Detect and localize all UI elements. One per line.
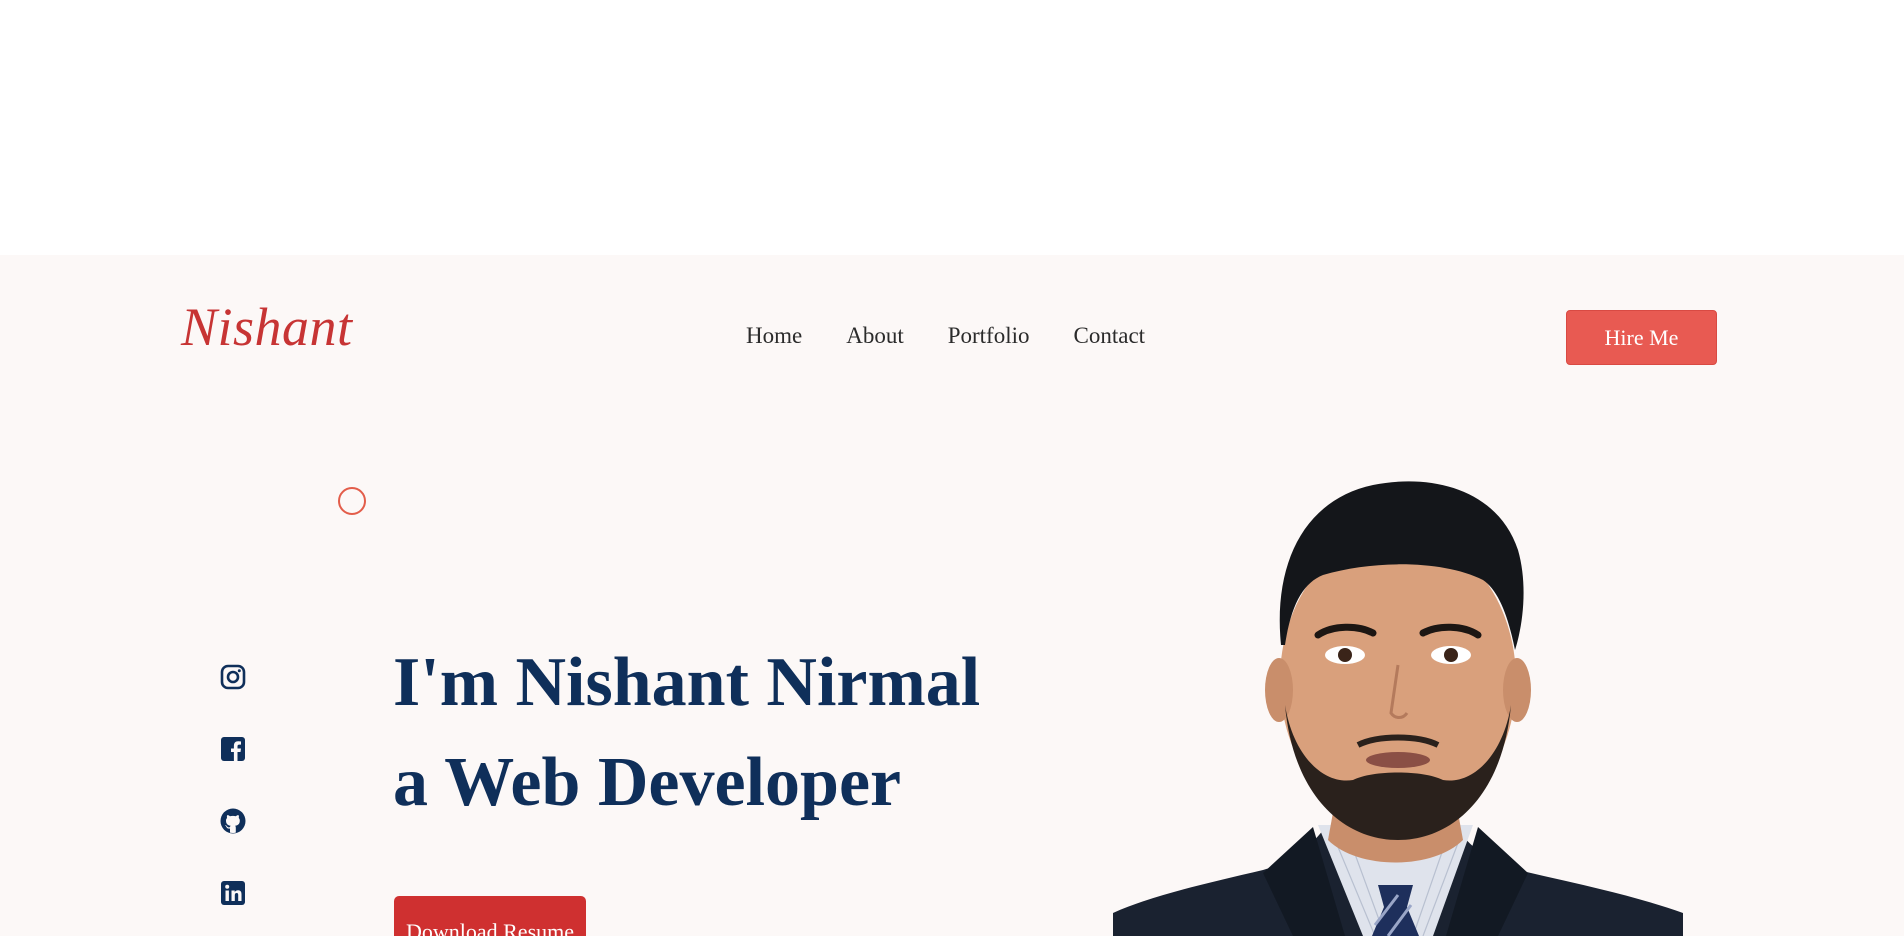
profile-photo	[1113, 455, 1683, 936]
main-nav: Home About Portfolio Contact	[746, 323, 1145, 349]
instagram-icon	[219, 663, 247, 691]
github-icon	[219, 807, 247, 835]
linkedin-icon	[219, 879, 247, 907]
nav-item-contact[interactable]: Contact	[1074, 323, 1146, 349]
top-blank-area	[0, 0, 1904, 255]
download-resume-button[interactable]: Download Resume	[394, 896, 586, 936]
instagram-link[interactable]	[218, 663, 248, 691]
hero-heading-line-2: a Web Developer	[393, 744, 902, 821]
decorative-ring	[338, 487, 366, 515]
brand-logo[interactable]: Nishant	[181, 300, 353, 354]
hero-page: Nishant Home About Portfolio Contact Hir…	[0, 255, 1904, 936]
hero-heading-line-1: I'm Nishant Nirmal	[393, 644, 981, 721]
facebook-icon	[219, 735, 247, 763]
hero-heading: I'm Nishant Nirmal a Web Developer	[393, 633, 980, 833]
nav-item-home[interactable]: Home	[746, 323, 802, 349]
linkedin-link[interactable]	[218, 879, 248, 907]
hire-me-button[interactable]: Hire Me	[1566, 310, 1717, 365]
nav-item-portfolio[interactable]: Portfolio	[948, 323, 1030, 349]
facebook-link[interactable]	[218, 735, 248, 763]
social-links	[218, 663, 248, 907]
nav-item-about[interactable]: About	[846, 323, 904, 349]
github-link[interactable]	[218, 807, 248, 835]
